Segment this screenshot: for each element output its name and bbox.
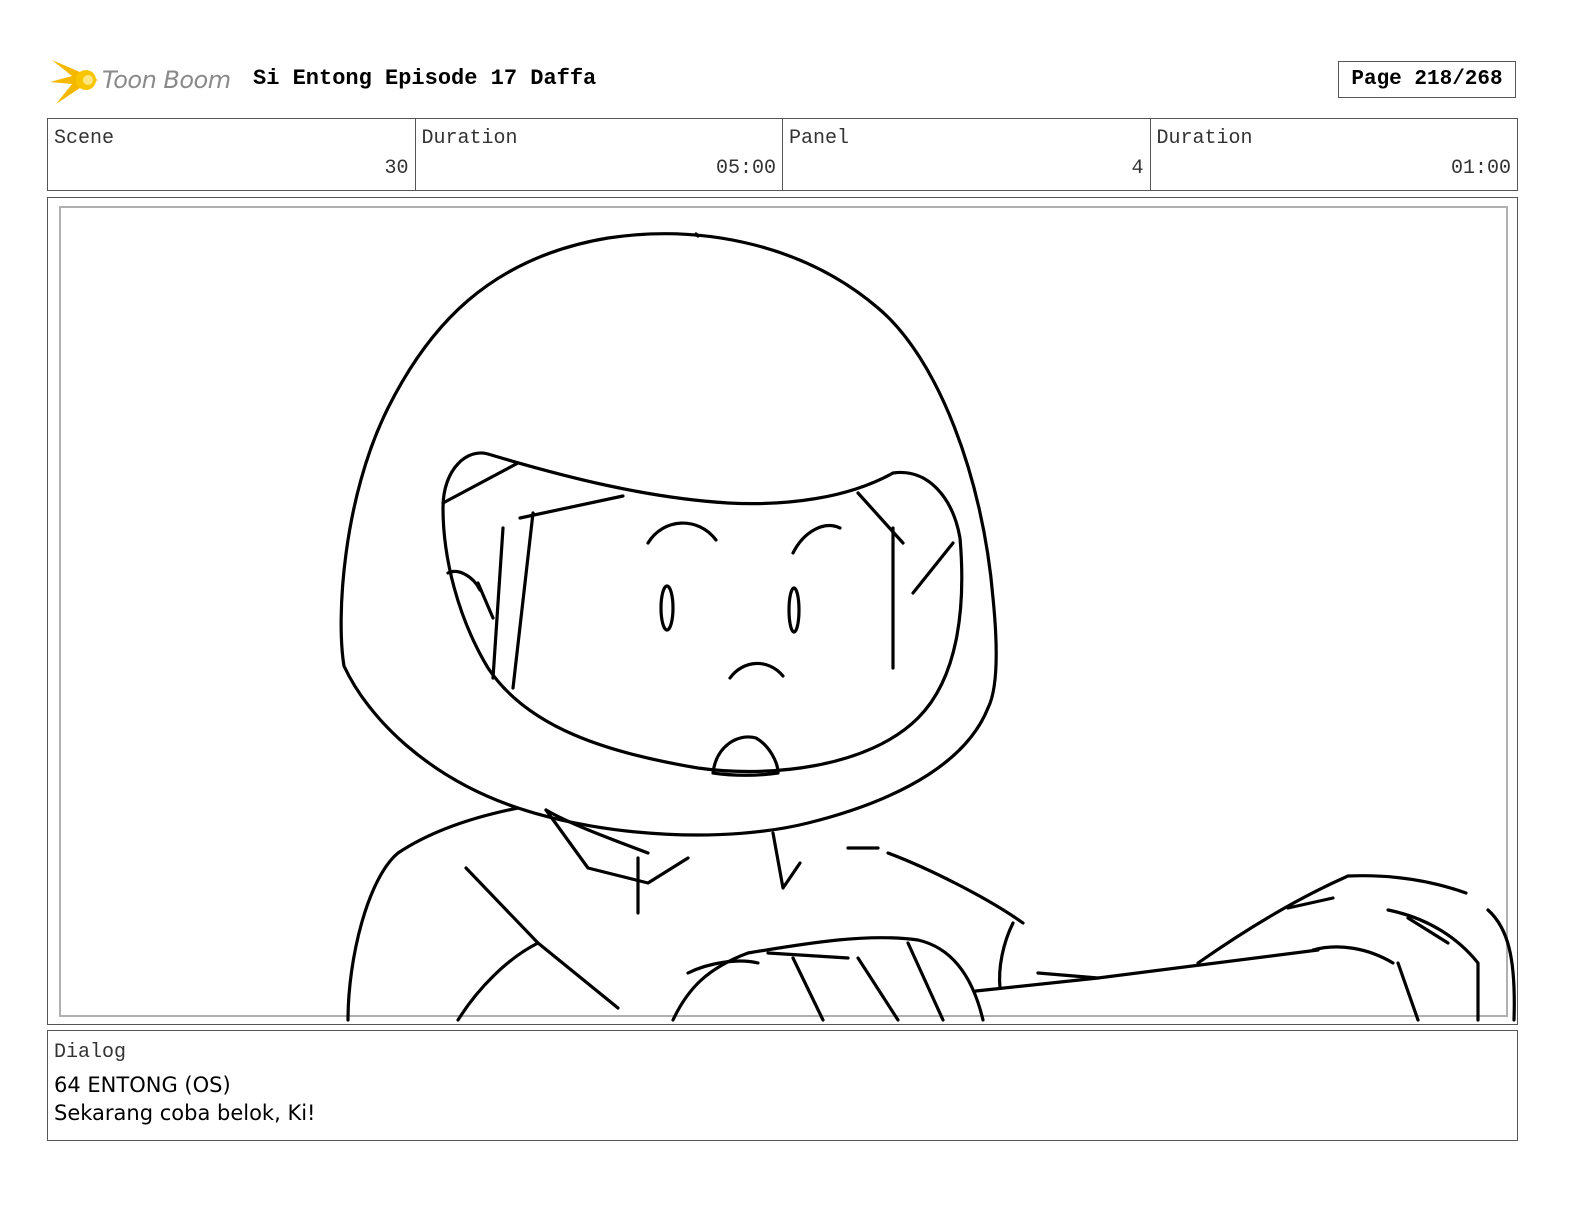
dialog-line: Sekarang coba belok, Ki! — [54, 1101, 316, 1125]
panel-cell: Panel 4 — [783, 119, 1151, 190]
panel-value: 4 — [1131, 157, 1144, 180]
panel-sketch — [339, 232, 1516, 1022]
panel-duration-cell: Duration 01:00 — [1151, 119, 1518, 190]
scene-label: Scene — [54, 127, 115, 150]
dialog-box: Dialog 64 ENTONG (OS) Sekarang coba belo… — [47, 1030, 1518, 1141]
scene-duration-label: Duration — [421, 127, 518, 150]
storyboard-panel — [47, 197, 1518, 1025]
scene-duration-cell: Duration 05:00 — [416, 119, 783, 190]
right-eye — [787, 586, 801, 634]
page-number: Page 218/268 — [1338, 61, 1516, 98]
dialog-speaker: 64 ENTONG (OS) — [54, 1073, 231, 1097]
scene-duration-value: 05:00 — [715, 157, 776, 180]
scene-cell: Scene 30 — [48, 119, 416, 190]
logo-text: Toon Boom — [102, 66, 231, 94]
left-eye — [659, 584, 675, 632]
dialog-text: 64 ENTONG (OS) Sekarang coba belok, Ki! — [54, 1071, 315, 1127]
right-eyebrow — [791, 524, 842, 555]
right-shoulder — [886, 851, 1025, 925]
handlebar — [974, 948, 1320, 993]
page-header: Toon Boom Si Entong Episode 17 Daffa Pag… — [0, 0, 1584, 118]
panel-label: Panel — [789, 127, 850, 150]
scene-info-row: Scene 30 Duration 05:00 Panel 4 Duration… — [47, 118, 1518, 191]
right-hand — [1196, 874, 1468, 965]
panel-duration-value: 01:00 — [1450, 157, 1511, 180]
scene-value: 30 — [384, 157, 409, 180]
helmet-outline — [339, 232, 998, 837]
toon-boom-star-icon — [50, 60, 98, 104]
document-title: Si Entong Episode 17 Daffa — [253, 66, 597, 91]
left-eyebrow — [646, 521, 718, 545]
toon-boom-logo: Toon Boom — [50, 54, 240, 110]
panel-duration-label: Duration — [1156, 127, 1253, 150]
left-shoulder — [346, 806, 520, 1022]
dialog-label: Dialog — [54, 1041, 127, 1064]
mouth-frown — [728, 661, 785, 680]
